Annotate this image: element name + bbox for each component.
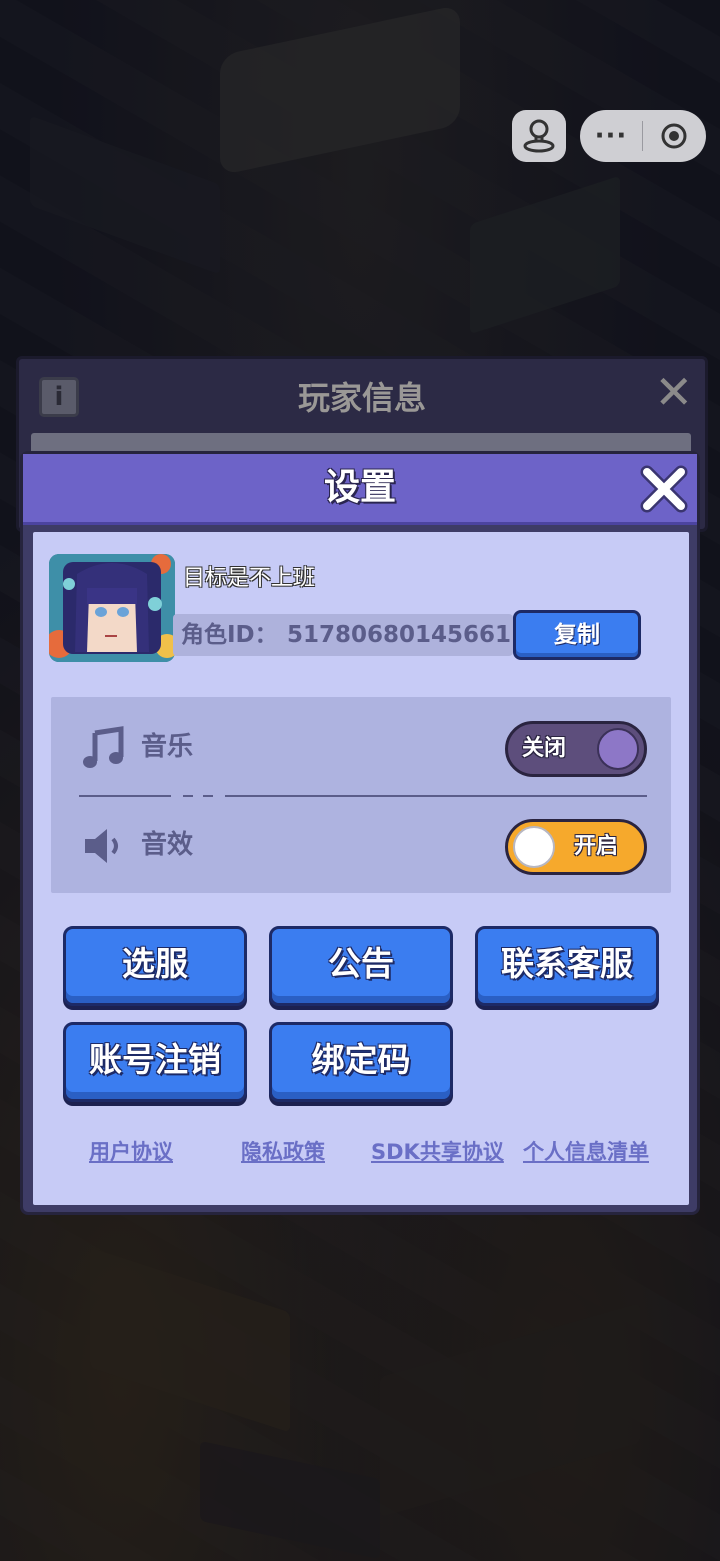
sdk-sharing-agreement-link[interactable]: SDK共享协议 (371, 1137, 504, 1167)
music-note-icon (83, 726, 124, 768)
sfx-row: 音效 开启 (51, 803, 671, 887)
sfx-toggle[interactable]: 开启 (505, 819, 647, 875)
game-controller-button[interactable] (512, 110, 566, 162)
player-id-value: 51780680145661 (287, 622, 512, 648)
toggle-knob (513, 826, 555, 868)
player-id-row: 角色ID： 51780680145661 (173, 614, 513, 656)
player-id-label: 角色ID： (181, 622, 278, 648)
more-menu-button[interactable]: ··· (580, 110, 642, 162)
close-icon (640, 465, 688, 513)
select-server-button[interactable]: 选服 (63, 926, 247, 1006)
music-label: 音乐 (141, 732, 194, 762)
announcement-button[interactable]: 公告 (269, 926, 453, 1006)
speaker-icon (85, 829, 118, 863)
settings-header: 设置 (23, 454, 697, 525)
mini-program-capsule: ··· (580, 110, 706, 162)
settings-dialog: 设置 目标是不上班 角色ID： 51780680145661 复制 音乐 关闭 … (20, 451, 700, 1215)
settings-close-button[interactable] (639, 464, 689, 514)
joystick-icon (523, 119, 555, 153)
settings-title: 设置 (323, 467, 396, 508)
personal-info-list-link[interactable]: 个人信息清单 (523, 1137, 649, 1167)
sfx-label: 音效 (141, 830, 194, 860)
music-toggle[interactable]: 关闭 (505, 721, 647, 777)
close-icon[interactable]: ✕ (654, 369, 693, 415)
audio-divider (79, 795, 647, 797)
copy-id-button[interactable]: 复制 (513, 610, 641, 660)
settings-body: 目标是不上班 角色ID： 51780680145661 复制 音乐 关闭 音效 … (33, 532, 689, 1205)
music-toggle-text: 关闭 (522, 736, 567, 761)
player-nickname: 目标是不上班 (183, 566, 316, 591)
sfx-toggle-text: 开启 (574, 834, 619, 859)
target-icon (661, 123, 687, 149)
privacy-policy-link[interactable]: 隐私政策 (241, 1137, 325, 1167)
delete-account-button[interactable]: 账号注销 (63, 1022, 247, 1102)
user-agreement-link[interactable]: 用户协议 (89, 1137, 173, 1167)
contact-support-button[interactable]: 联系客服 (475, 926, 659, 1006)
bind-code-button[interactable]: 绑定码 (269, 1022, 453, 1102)
music-row: 音乐 关闭 (51, 705, 671, 789)
player-avatar[interactable] (49, 554, 175, 662)
toggle-knob (597, 728, 639, 770)
close-miniprogram-button[interactable] (643, 121, 705, 151)
player-info-title: 玩家信息 (297, 379, 426, 417)
avatar-portrait (49, 554, 175, 662)
audio-settings: 音乐 关闭 音效 开启 (51, 697, 671, 893)
